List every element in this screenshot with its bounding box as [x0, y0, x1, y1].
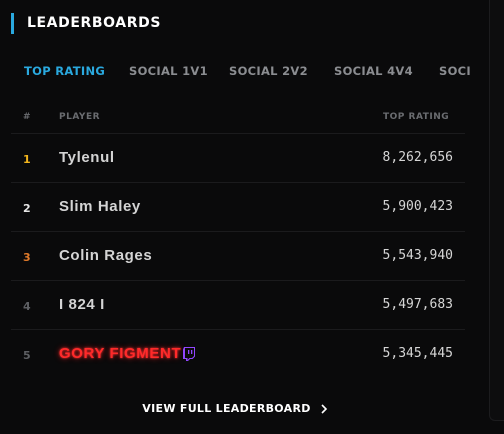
player-name[interactable]: Colin Rages	[59, 247, 152, 264]
tab-top-rating[interactable]: TOP RATING	[24, 64, 105, 78]
rating-value: 5,900,423	[382, 199, 453, 214]
table-row[interactable]: 4 I 824 I 5,497,683	[11, 280, 465, 329]
player-name-streamer[interactable]: GORY FIGMENT	[59, 345, 181, 362]
rank-number: 5	[23, 349, 31, 362]
footer: VIEW FULL LEADERBOARD	[0, 397, 470, 416]
tab-social-2v2[interactable]: SOCIAL 2V2	[229, 64, 308, 78]
view-full-leaderboard-link[interactable]: VIEW FULL LEADERBOARD	[142, 402, 327, 415]
chevron-right-icon	[321, 403, 327, 414]
tab-social-partial[interactable]: SOCI	[439, 64, 470, 78]
table-row[interactable]: 3 Colin Rages 5,543,940	[11, 231, 465, 280]
view-full-leaderboard-label: VIEW FULL LEADERBOARD	[142, 402, 311, 415]
column-header-rank: #	[23, 112, 32, 122]
leaderboard-tabs: TOP RATING SOCIAL 1V1 SOCIAL 2V2 SOCIAL …	[0, 60, 470, 84]
table-row[interactable]: 2 Slim Haley 5,900,423	[11, 182, 465, 231]
rating-value: 5,543,940	[382, 248, 453, 263]
panel-header: LEADERBOARDS	[11, 12, 161, 34]
player-name[interactable]: Slim Haley	[59, 198, 141, 215]
rating-value: 5,497,683	[382, 297, 453, 312]
accent-bar	[11, 12, 14, 34]
table-row[interactable]: 1 Tylenul 8,262,656	[11, 133, 465, 182]
rating-value: 8,262,656	[382, 150, 453, 165]
tab-social-4v4[interactable]: SOCIAL 4V4	[334, 64, 413, 78]
column-header-rating: TOP RATING	[383, 112, 450, 122]
panel-title: LEADERBOARDS	[27, 15, 161, 31]
rank-number: 2	[23, 202, 31, 215]
column-header-player: PLAYER	[59, 112, 101, 122]
twitch-icon[interactable]	[183, 347, 195, 361]
rank-number: 3	[23, 251, 31, 264]
player-name[interactable]: I 824 I	[59, 296, 105, 313]
player-name[interactable]: Tylenul	[59, 149, 115, 166]
leaderboards-panel: LEADERBOARDS TOP RATING SOCIAL 1V1 SOCIA…	[0, 0, 504, 434]
tab-social-1v1[interactable]: SOCIAL 1V1	[129, 64, 208, 78]
rating-value: 5,345,445	[382, 346, 453, 361]
table-row[interactable]: 5 GORY FIGMENT 5,345,445	[11, 329, 465, 378]
leaderboard-table: 1 Tylenul 8,262,656 2 Slim Haley 5,900,4…	[11, 133, 465, 378]
rank-number: 4	[23, 300, 31, 313]
rank-number: 1	[23, 153, 31, 166]
